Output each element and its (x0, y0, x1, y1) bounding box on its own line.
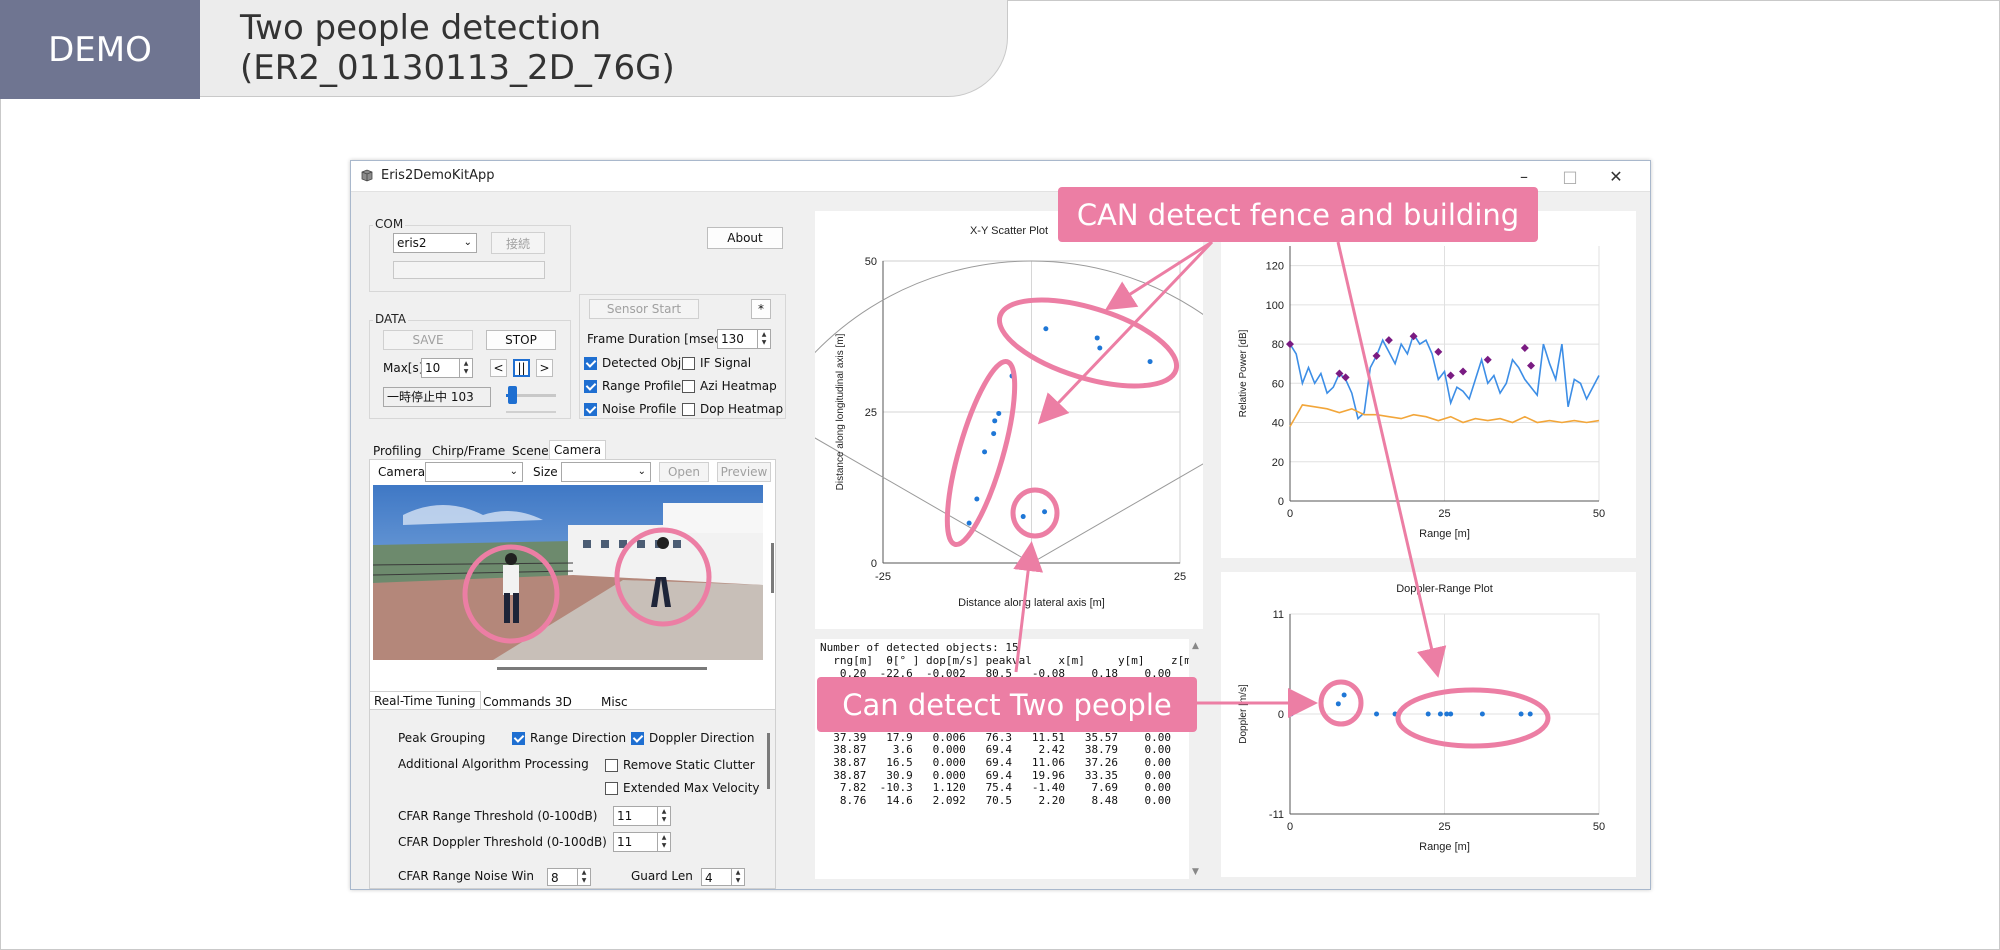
callout-two-people: Can detect Two people (817, 677, 1197, 732)
arrow-to-static-doppler (1336, 241, 1447, 678)
people-doppler-ellipse (1318, 679, 1364, 727)
annotation-overlay (944, 240, 1551, 749)
arrow-to-people-xy (1013, 541, 1044, 673)
static-doppler-ellipse (1395, 687, 1551, 749)
arrow-to-wall (1037, 240, 1214, 425)
callout-fence-building: CAN detect fence and building (1058, 187, 1538, 242)
people-xy-ellipse (1010, 487, 1060, 539)
